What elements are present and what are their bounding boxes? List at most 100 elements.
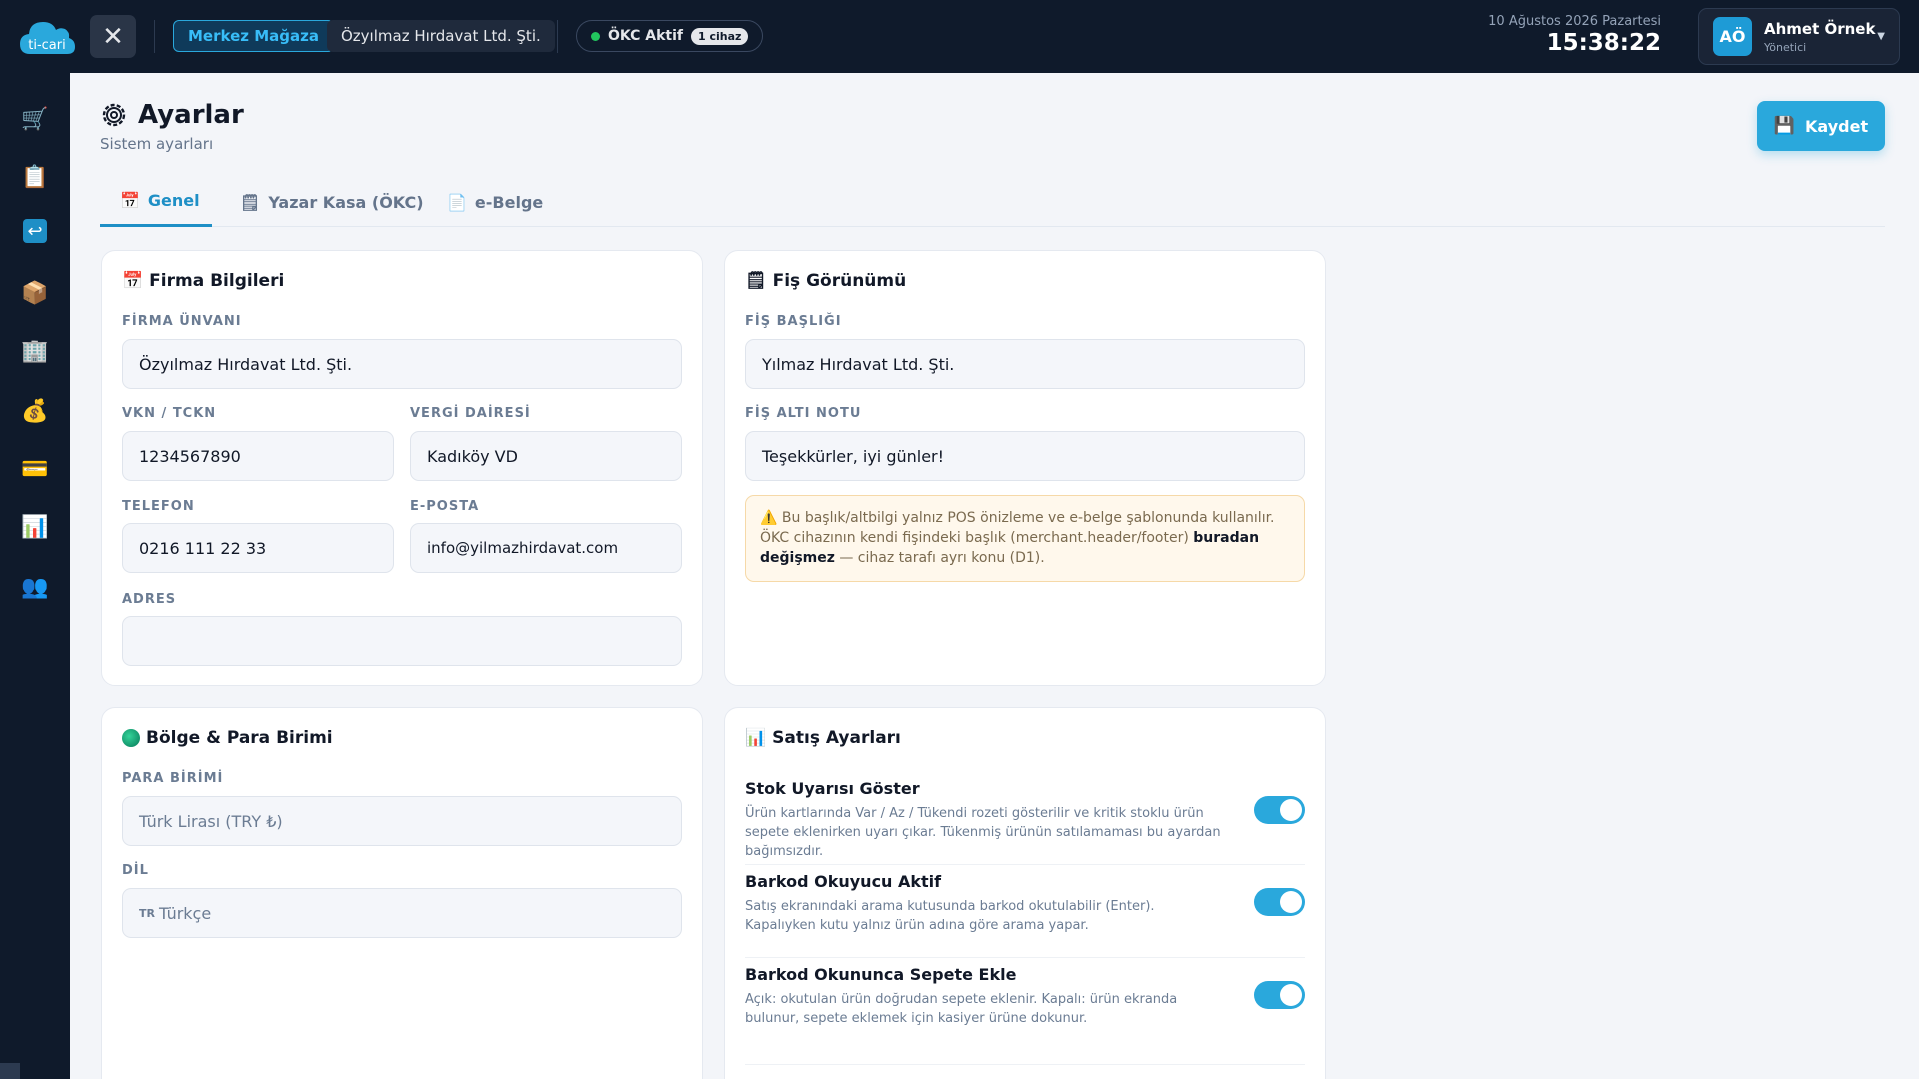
- save-label: Kaydet: [1805, 116, 1869, 136]
- credit-card-icon[interactable]: 💳: [19, 453, 51, 485]
- toggle-knob: [1280, 799, 1302, 821]
- sidebar-handle[interactable]: [0, 1063, 20, 1079]
- floppy-disk-icon: 💾: [1773, 116, 1796, 136]
- tab-yazar-kasa[interactable]: 🗒 Yazar Kasa (ÖKC): [240, 177, 424, 227]
- card-title: 🗒 Fiş Görünümü: [745, 271, 907, 291]
- calendar-icon: 📅: [120, 191, 140, 210]
- email-field[interactable]: info@yilmazhirdavat.com: [410, 523, 682, 573]
- company-name-field[interactable]: Özyılmaz Hırdavat Ltd. Şti.: [122, 339, 682, 389]
- field-label: ADRES: [122, 592, 177, 607]
- save-button[interactable]: 💾 Kaydet: [1757, 101, 1885, 151]
- page-title: Ayarlar: [138, 100, 244, 130]
- language-value: Türkçe: [158, 903, 212, 923]
- building-icon[interactable]: 🏢: [19, 335, 51, 367]
- setting-desc: Satış ekranındaki arama kutusunda barkod…: [745, 899, 1155, 933]
- receipt-icon: 🗒: [240, 192, 261, 212]
- field-label: E-POSTA: [410, 499, 480, 514]
- language-select[interactable]: TR Türkçe: [122, 888, 682, 938]
- close-icon: ✕: [102, 21, 124, 52]
- receipt-footer-field[interactable]: Teşekkürler, iyi günler!: [745, 431, 1305, 481]
- warning-note: ⚠️ Bu başlık/altbilgi yalnız POS önizlem…: [745, 495, 1305, 582]
- document-icon: 📄: [447, 192, 467, 212]
- address-field[interactable]: [122, 616, 682, 666]
- field-label: DİL: [122, 863, 149, 878]
- field-label: FİŞ BAŞLIĞI: [745, 314, 842, 329]
- tax-id-field[interactable]: 1234567890: [122, 431, 394, 481]
- users-icon[interactable]: 👥: [19, 571, 51, 603]
- field-label: PARA BİRİMİ: [122, 771, 224, 786]
- cloud-logo-icon[interactable]: ti-cari: [18, 16, 76, 56]
- tab-label: Genel: [147, 191, 200, 210]
- sales-settings-card: 📊 Satış Ayarları Stok Uyarısı Göster Ürün…: [724, 707, 1326, 1079]
- okc-status-badge[interactable]: ÖKC Aktif 1 cihaz: [576, 20, 764, 52]
- date-label: 10 Ağustos 2026 Pazartesi: [1488, 14, 1661, 29]
- status-dot-icon: [591, 31, 600, 41]
- bar-chart-icon[interactable]: 📊: [19, 511, 51, 543]
- divider: [557, 20, 558, 53]
- package-icon[interactable]: 📦: [19, 277, 51, 309]
- field-label: FİRMA ÜNVANI: [122, 314, 242, 329]
- tab-label: e-Belge: [474, 192, 544, 212]
- company-badge: Özyılmaz Hırdavat Ltd. Şti.: [327, 20, 555, 52]
- region-currency-card: Bölge & Para Birimi PARA BİRİMİ Türk Lir…: [101, 707, 703, 1079]
- tax-office-field[interactable]: Kadıköy VD: [410, 431, 682, 481]
- avatar: AÖ: [1713, 17, 1752, 56]
- tab-e-belge[interactable]: 📄 e-Belge: [447, 177, 543, 227]
- bar-chart-icon: 📊: [745, 728, 767, 748]
- receipt-view-card: 🗒 Fiş Görünümü FİŞ BAŞLIĞI Yılmaz Hırdava…: [724, 250, 1326, 686]
- tab-bar: 📅 Genel 🗒 Yazar Kasa (ÖKC) 📄 e-Belge: [100, 177, 1885, 227]
- page-subtitle: Sistem ayarları: [100, 135, 214, 153]
- cart-icon[interactable]: 🛒: [19, 103, 51, 135]
- tab-label: Yazar Kasa (ÖKC): [268, 192, 424, 212]
- field-label: VKN / TCKN: [122, 406, 217, 421]
- barcode-add-to-cart-toggle[interactable]: [1254, 981, 1305, 1009]
- warning-icon: ⚠️: [760, 510, 778, 526]
- clipboard-icon[interactable]: 📋: [19, 161, 51, 193]
- field-label: VERGİ DAİRESİ: [410, 406, 531, 421]
- setting-row: Barkod Okununca Sepete Ekle Açık: okutul…: [745, 965, 1305, 1065]
- toggle-knob: [1280, 891, 1302, 913]
- chevron-down-icon: ▼: [1877, 31, 1885, 42]
- setting-title: Stok Uyarısı Göster: [745, 779, 920, 798]
- card-title: 📅 Firma Bilgileri: [122, 271, 285, 291]
- divider: [154, 20, 155, 53]
- datetime: 10 Ağustos 2026 Pazartesi 15:38:22: [1488, 14, 1661, 56]
- okc-status-label: ÖKC Aktif: [608, 28, 683, 44]
- return-icon[interactable]: ↩: [23, 219, 47, 243]
- money-bag-icon[interactable]: 💰: [19, 395, 51, 427]
- calendar-icon: 📅: [122, 271, 144, 291]
- setting-title: Barkod Okuyucu Aktif: [745, 872, 942, 891]
- currency-select[interactable]: Türk Lirası (TRY ₺): [122, 796, 682, 846]
- top-bar: ti-cari ✕ Merkez Mağaza Özyılmaz Hırdava…: [0, 0, 1919, 73]
- toggle-knob: [1280, 984, 1302, 1006]
- field-label: FİŞ ALTI NOTU: [745, 406, 862, 421]
- receipt-icon: 🗒: [745, 271, 767, 291]
- receipt-header-field[interactable]: Yılmaz Hırdavat Ltd. Şti.: [745, 339, 1305, 389]
- user-menu[interactable]: AÖ Ahmet Örnek Yönetici ▼: [1698, 8, 1900, 65]
- user-role: Yönetici: [1764, 40, 1807, 54]
- device-count-badge: 1 cihaz: [691, 27, 749, 45]
- phone-field[interactable]: 0216 111 22 33: [122, 523, 394, 573]
- card-title: 📊 Satış Ayarları: [745, 728, 901, 748]
- card-title: Bölge & Para Birimi: [122, 728, 333, 748]
- store-selector[interactable]: Merkez Mağaza: [173, 20, 334, 52]
- close-button[interactable]: ✕: [90, 15, 136, 58]
- globe-icon: [122, 729, 140, 747]
- field-label: TELEFON: [122, 499, 195, 514]
- setting-desc: Ürün kartlarında Var / Az / Tükendi roze…: [745, 806, 1221, 859]
- page-header: Ayarlar: [100, 100, 244, 130]
- flag-tr-icon: TR: [139, 906, 155, 920]
- setting-row: Barkod Okuyucu Aktif Satış ekranındaki a…: [745, 872, 1305, 958]
- stock-warning-toggle[interactable]: [1254, 796, 1305, 824]
- main-content: Ayarlar Sistem ayarları 💾 Kaydet 📅 Genel…: [70, 73, 1919, 1079]
- company-info-card: 📅 Firma Bilgileri FİRMA ÜNVANI Özyılmaz H…: [101, 250, 703, 686]
- tab-genel[interactable]: 📅 Genel: [100, 177, 212, 227]
- sidebar: 🛒 📋 ↩ 📦 🏢 💰 💳 📊 👥: [0, 73, 70, 1079]
- warning-text-end: — cihaz tarafı ayrı konu (D1).: [834, 550, 1045, 566]
- setting-desc: Açık: okutulan ürün doğrudan sepete ekle…: [745, 992, 1178, 1026]
- user-name: Ahmet Örnek: [1764, 19, 1876, 38]
- barcode-reader-toggle[interactable]: [1254, 888, 1305, 916]
- setting-row: Stok Uyarısı Göster Ürün kartlarında Var…: [745, 779, 1305, 865]
- clock: 15:38:22: [1546, 30, 1661, 56]
- gear-icon: [102, 103, 126, 127]
